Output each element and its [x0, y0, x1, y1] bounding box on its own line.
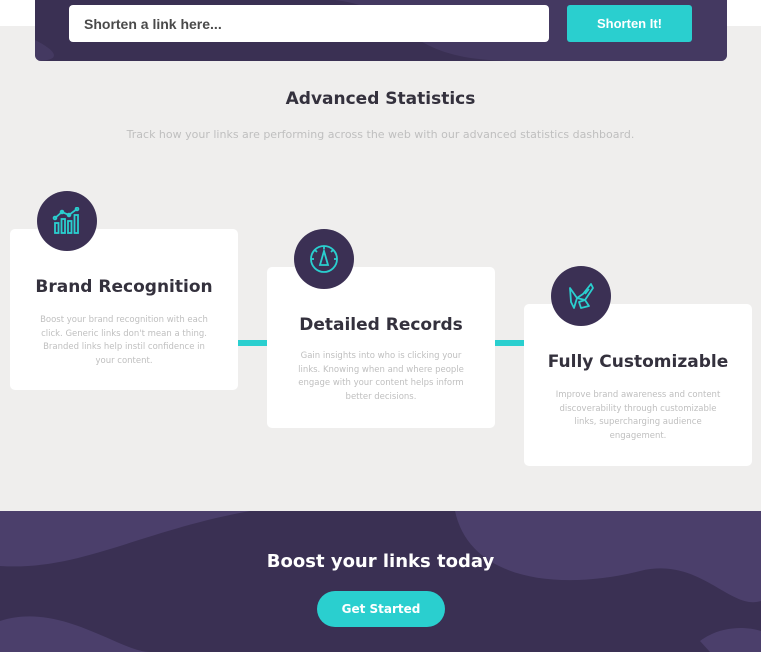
card-title: Brand Recognition [35, 277, 213, 297]
feature-card-detailed-records: Detailed Records Gain insights into who … [267, 229, 495, 428]
card-title: Detailed Records [299, 315, 463, 335]
boost-title: Boost your links today [266, 551, 495, 572]
boost-section: Boost your links today Get Started [0, 511, 761, 652]
card-text: Improve brand awareness and content disc… [555, 390, 721, 441]
feature-card-fully-customizable: Fully Customizable Improve brand awarene… [524, 266, 752, 466]
shorten-form: Shorten It! [35, 0, 727, 61]
link-input[interactable] [69, 5, 549, 42]
detailed-records-icon [294, 229, 354, 289]
get-started-button[interactable]: Get Started [317, 591, 445, 627]
shorten-button[interactable]: Shorten It! [567, 5, 692, 42]
card-connector [494, 340, 524, 346]
feature-card-brand-recognition: Brand Recognition Boost your brand recog… [10, 191, 238, 390]
fully-customizable-icon [551, 266, 611, 326]
card-text: Boost your brand recognition with each c… [40, 315, 208, 366]
section-title: Advanced Statistics [285, 89, 476, 109]
card-connector [238, 340, 268, 346]
brand-recognition-icon [37, 191, 97, 251]
card-title: Fully Customizable [547, 352, 729, 372]
section-subtitle: Track how your links are performing acro… [126, 128, 635, 141]
boost-background-shape [0, 511, 761, 652]
card-text: Gain insights into who is clicking your … [298, 351, 464, 402]
